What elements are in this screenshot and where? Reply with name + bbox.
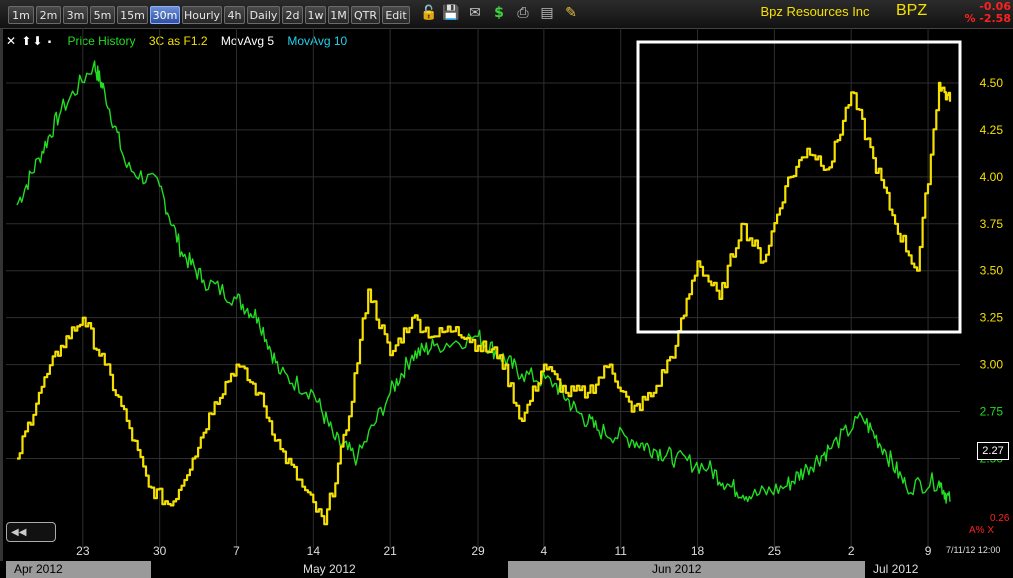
timeframe-button-5m[interactable]: 5m	[90, 6, 115, 24]
ticker-symbol: BPZ	[896, 2, 928, 19]
print-icon[interactable]: ⎙	[514, 4, 532, 22]
last-price-label: 2.27	[977, 442, 1009, 460]
x-tick-label: 7	[233, 544, 240, 558]
x-tick-label: 29	[471, 544, 485, 558]
month-may: May 2012	[151, 561, 508, 578]
y-tick-label: 3.75	[980, 217, 1004, 231]
month-strip: Apr 2012 May 2012 Jun 2012 Jul 2012	[0, 561, 1013, 578]
x-tick-label: 25	[768, 544, 782, 558]
price-history-line	[16, 60, 951, 504]
month-apr: Apr 2012	[6, 561, 151, 578]
x-tick-label: 4	[541, 544, 548, 558]
x-tick-label: 2	[848, 544, 855, 558]
compose-icon[interactable]: ▤	[538, 4, 556, 22]
x-tick-label: 14	[307, 544, 321, 558]
month-jun: Jun 2012	[508, 561, 865, 578]
x-tick-label: 21	[384, 544, 398, 558]
timeframe-button-2d[interactable]: 2d	[282, 6, 303, 24]
extra-value-label: 0.26	[990, 513, 1010, 524]
highlight-box[interactable]	[636, 40, 962, 334]
company-name: Bpz Resources Inc	[760, 4, 870, 19]
timeframe-button-qtr[interactable]: QTR	[351, 6, 380, 24]
email-icon[interactable]: ✉	[466, 4, 484, 22]
timeframe-button-4h[interactable]: 4h	[224, 6, 245, 24]
timeframe-button-daily[interactable]: Daily	[247, 6, 280, 24]
y-tick-label: 4.50	[980, 76, 1004, 90]
x-tick-label: 18	[691, 544, 705, 558]
x-tick-label: 30	[153, 544, 167, 558]
x-tick-label: 11	[614, 544, 627, 558]
y-tick-label: 2.75	[980, 405, 1004, 419]
timeframe-button-1m[interactable]: 1m	[8, 6, 34, 24]
timeframe-button-hourly[interactable]: Hourly	[182, 6, 222, 24]
month-jul: Jul 2012	[865, 561, 1013, 578]
price-chart[interactable]: 4.504.254.003.753.503.253.002.752.502330…	[0, 28, 1013, 561]
timeframe-button-15m[interactable]: 15m	[117, 6, 148, 24]
dollar-icon[interactable]: $	[490, 4, 508, 22]
timeframe-button-30m[interactable]: 30m	[150, 6, 180, 24]
y-tick-label: 3.25	[980, 311, 1004, 325]
timeframe-button-3m[interactable]: 3m	[63, 6, 88, 24]
alert-label[interactable]: A% X	[969, 525, 994, 536]
toolbar: 1m 2m 3m 5m 15m 30m Hourly 4h Daily 2d 1w 1M QTR Edit…	[0, 0, 1013, 29]
y-tick-label: 4.00	[980, 170, 1004, 184]
scroll-left-button[interactable]: ◀◀	[6, 522, 56, 542]
timeframe-button-1m[interactable]: 1M	[328, 6, 349, 24]
y-tick-label: 4.25	[980, 123, 1004, 137]
x-tick-label: 23	[76, 544, 90, 558]
timeframe-button-2m[interactable]: 2m	[36, 6, 61, 24]
price-change-pct: % -2.58	[964, 12, 1011, 25]
y-tick-label: 3.00	[980, 358, 1004, 372]
y-tick-label: 3.50	[980, 264, 1004, 278]
timestamp: 7/11/12 12:00	[946, 545, 1001, 555]
lock-icon[interactable]: 🔓	[420, 4, 438, 22]
timeframe-button-edit[interactable]: Edit	[382, 6, 410, 24]
pencil-icon[interactable]: ✎	[562, 4, 580, 22]
timeframe-button-1w[interactable]: 1w	[305, 6, 326, 24]
save-icon[interactable]: 💾	[442, 4, 460, 22]
x-tick-label: 9	[925, 544, 932, 558]
